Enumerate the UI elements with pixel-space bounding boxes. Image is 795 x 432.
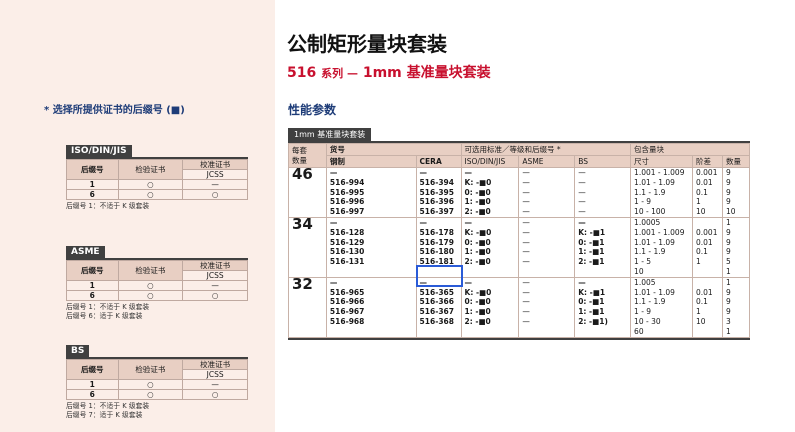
col-qty: 数量 xyxy=(721,155,751,168)
col-suffix: 后缀号 xyxy=(66,159,119,180)
cert-note: 后缀号 1：不适于 K 级套装 xyxy=(66,303,150,311)
col-contents: 包含量块 xyxy=(630,143,750,156)
cert-block-label: BS xyxy=(66,345,90,357)
col-count: 每套 数量 xyxy=(288,143,327,168)
iso-grades: — K: -■0 0: -■0 1: -■0 2: -■0 xyxy=(460,276,520,338)
bs-grades: — K: -■1 0: -■1 1: -■1 2: -■1) xyxy=(574,276,632,338)
col-inspect: 检验证书 xyxy=(117,260,184,281)
col-jcss: JCSS xyxy=(182,169,248,180)
sidebar-heading: * 选择所提供证书的后缀号 (■) xyxy=(44,105,185,116)
set-count: 32 xyxy=(288,276,327,338)
table-row: 6 ○ ○ xyxy=(66,290,248,301)
table-row: 34 — 516-128 516-129 516-130 516-131 — 5… xyxy=(288,216,751,278)
iso-grades: — K: -■0 0: -■0 1: -■0 2: -■0 xyxy=(460,216,520,278)
table-row: 1 ○ — xyxy=(66,179,248,190)
cert-table: 后缀号 检验证书 校准证书 JCSS 1 ○ — 6 ○ ○ xyxy=(66,159,248,200)
block-sizes: 1.001 - 1.009 1.01 - 1.09 1.1 - 1.9 1 - … xyxy=(630,167,693,218)
cert-block-bs: BS 后缀号 检验证书 校准证书 JCSS 1 ○ — 6 ○ ○ 后缀号 1：… xyxy=(66,338,248,420)
col-order-no: 货号 xyxy=(325,143,462,156)
set-count: 46 xyxy=(288,167,327,218)
table-row: 6 ○ ○ xyxy=(66,389,248,400)
page-title: 公制矩形量块套装 xyxy=(287,32,447,56)
set-count: 34 xyxy=(288,217,327,278)
table-subheader-row: 钢制 CERA ISO/DIN/JIS ASME BS 尺寸 阶差 数量 xyxy=(289,155,751,168)
certificate-sidebar: * 选择所提供证书的后缀号 (■) ISO/DIN/JIS 后缀号 检验证书 校… xyxy=(0,0,275,432)
asme-grades: — — — — — xyxy=(518,216,576,278)
table-row: 32 — 516-965 516-966 516-967 516-968 — 5… xyxy=(288,276,751,338)
cert-table: 后缀号 检验证书 校准证书 JCSS 1 ○ — 6 ○ ○ xyxy=(66,260,248,301)
block-qty: 1 9 9 9 3 1 xyxy=(721,276,751,338)
steel-order-nos: — 516-994 516-995 516-996 516-997 xyxy=(325,167,417,218)
cera-order-nos: — 516-394 516-395 516-396 516-397 xyxy=(415,167,462,218)
cera-order-nos: — 516-365 516-366 516-367 516-368 xyxy=(415,276,462,338)
block-pitch: 0.001 0.01 0.1 1 10 xyxy=(692,167,723,218)
col-suffix: 后缀号 xyxy=(66,359,119,380)
col-asme: ASME xyxy=(518,155,576,168)
cert-block-label: ASME xyxy=(66,246,105,258)
table-row: 46 — 516-994 516-995 516-996 516-997 — 5… xyxy=(288,167,751,218)
cert-note: 后缀号 7：适于 K 级套装 xyxy=(66,411,143,419)
col-inspect: 检验证书 xyxy=(117,159,184,180)
section-title: 性能参数 xyxy=(288,103,337,117)
cert-table: 后缀号 检验证书 校准证书 JCSS 1 ○ — 6 ○ ○ xyxy=(66,359,248,400)
cert-note: 后缀号 6：适于 K 级套装 xyxy=(66,312,143,320)
steel-order-nos: — 516-965 516-966 516-967 516-968 xyxy=(325,276,417,338)
col-suffix: 后缀号 xyxy=(66,260,119,281)
col-jcss: JCSS xyxy=(182,270,248,281)
set-label: 1mm 基准量块套装 xyxy=(288,128,372,141)
iso-grades: — K: -■0 0: -■0 1: -■0 2: -■0 xyxy=(460,167,520,218)
block-pitch: 0.01 0.1 1 10 xyxy=(692,276,723,338)
col-cera: CERA xyxy=(415,155,462,168)
block-pitch: 0.001 0.01 0.1 1 xyxy=(692,216,723,278)
bs-grades: — — — — — xyxy=(574,167,632,218)
col-size: 尺寸 xyxy=(630,155,693,168)
cert-note: 后缀号 1：不适于 K 级套装 xyxy=(66,202,150,210)
block-qty: 9 9 9 9 10 xyxy=(721,167,751,218)
block-sizes: 1.005 1.01 - 1.09 1.1 - 1.9 1 - 9 10 - 3… xyxy=(630,276,693,338)
spec-table: 每套 数量 货号 可选用标准／等级和后缀号 * 包含量块 钢制 CERA ISO… xyxy=(288,143,751,338)
asme-grades: — — — — — xyxy=(518,276,576,338)
col-std-group: 可选用标准／等级和后缀号 * xyxy=(460,143,632,156)
steel-order-nos: — 516-128 516-129 516-130 516-131 xyxy=(325,216,417,278)
block-sizes: 1.0005 1.001 - 1.009 1.01 - 1.09 1.1 - 1… xyxy=(630,216,693,278)
col-pitch: 阶差 xyxy=(692,155,723,168)
cert-block-label: ISO/DIN/JIS xyxy=(66,145,132,157)
table-row: 1 ○ — xyxy=(66,280,248,291)
product-name: 1mm 基准量块套装 xyxy=(362,65,491,81)
table-header-row: 每套 数量 货号 可选用标准／等级和后缀号 * 包含量块 xyxy=(288,143,750,168)
page-subtitle: 516 系列 — 1mm 基准量块套装 xyxy=(287,62,491,82)
col-steel: 钢制 xyxy=(325,155,417,168)
cera-order-nos-list: — 516-178 516-179 516-180 516-181 xyxy=(419,217,454,267)
table-row: 6 ○ ○ xyxy=(66,189,248,200)
col-inspect: 检验证书 xyxy=(117,359,184,380)
col-calib: 校准证书 xyxy=(182,359,248,370)
block-qty: 1 9 9 9 5 1 xyxy=(721,216,751,278)
cert-note: 后缀号 1：不适于 K 级套装 xyxy=(66,402,150,410)
col-calib: 校准证书 xyxy=(182,159,248,170)
series-number: 516 xyxy=(287,65,317,81)
col-calib: 校准证书 xyxy=(182,260,248,271)
series-suffix: 系列 — xyxy=(321,67,358,80)
bs-grades: — K: -■1 0: -■1 1: -■1 2: -■1 xyxy=(574,216,632,278)
cert-block-asme: ASME 后缀号 检验证书 校准证书 JCSS 1 ○ — 6 ○ ○ 后缀号 … xyxy=(66,239,248,321)
col-iso: ISO/DIN/JIS xyxy=(460,155,520,168)
col-jcss: JCSS xyxy=(182,369,248,380)
col-bs: BS xyxy=(574,155,632,168)
spec-table-wrap: 1mm 基准量块套装 每套 数量 货号 可选用标准／等级和后缀号 * 包含量块 … xyxy=(288,122,751,340)
cert-block-iso: ISO/DIN/JIS 后缀号 检验证书 校准证书 JCSS 1 ○ — 6 ○… xyxy=(66,138,248,211)
table-row: 1 ○ — xyxy=(66,379,248,390)
highlight-box xyxy=(416,265,463,287)
asme-grades: — — — — — xyxy=(518,167,576,218)
